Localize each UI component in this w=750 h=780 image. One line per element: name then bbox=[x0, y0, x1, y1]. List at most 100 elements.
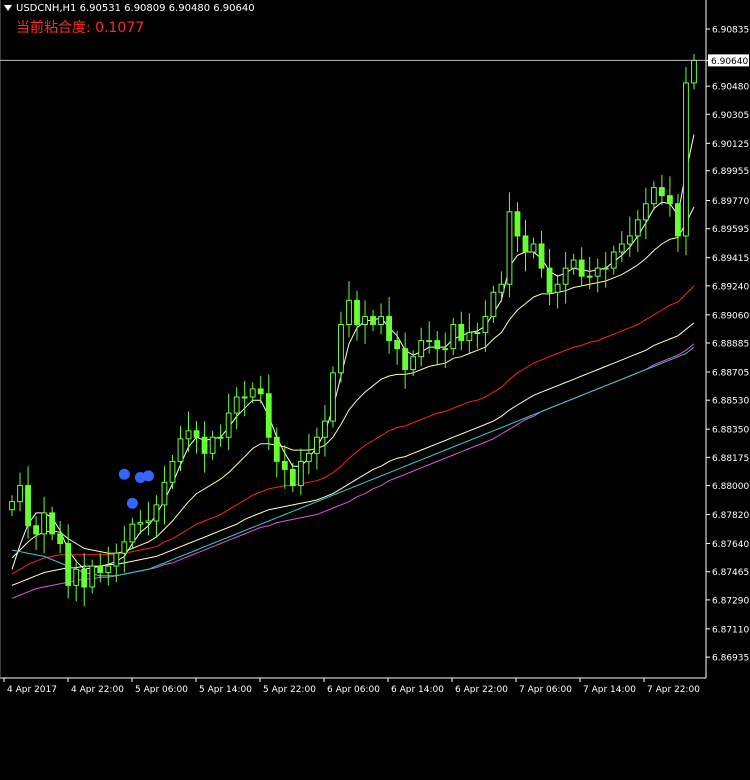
candle-body bbox=[418, 340, 425, 358]
candle-body bbox=[618, 243, 625, 253]
candle-body bbox=[233, 396, 240, 414]
candle-body bbox=[169, 460, 176, 483]
candle-body bbox=[89, 565, 96, 588]
candle-body bbox=[281, 460, 288, 470]
y-tick-label: 6.89415 bbox=[712, 254, 749, 264]
candle-body bbox=[458, 324, 465, 342]
candle-body bbox=[546, 267, 553, 293]
signal-dot bbox=[118, 468, 130, 480]
y-tick-label: 6.88350 bbox=[712, 426, 749, 436]
x-tick-label: 4 Apr 22:00 bbox=[71, 685, 124, 695]
candle-body bbox=[370, 315, 376, 326]
signal-dot bbox=[126, 497, 138, 509]
candle-body bbox=[17, 485, 23, 503]
candle-body bbox=[338, 324, 344, 374]
candle-body bbox=[201, 436, 208, 454]
candle-body bbox=[273, 436, 280, 462]
candle-body bbox=[313, 436, 320, 454]
candle-body bbox=[522, 235, 529, 253]
candle-body bbox=[65, 543, 72, 586]
candle-body bbox=[538, 243, 545, 269]
candle-body bbox=[394, 340, 401, 350]
y-tick-label: 6.87820 bbox=[712, 511, 749, 521]
candle-body bbox=[209, 436, 216, 454]
candle-body bbox=[193, 430, 200, 438]
candle-body bbox=[9, 501, 15, 511]
candle-body bbox=[642, 203, 649, 221]
candle-body bbox=[105, 565, 112, 574]
candle-body bbox=[225, 412, 232, 438]
candle-body bbox=[602, 267, 609, 270]
low-value: 6.90480 bbox=[168, 3, 211, 14]
y-tick-label: 6.88530 bbox=[712, 397, 749, 407]
current-price-label: 6.90640 bbox=[711, 57, 748, 67]
candle-body bbox=[121, 541, 128, 554]
high-value: 6.90809 bbox=[124, 3, 166, 14]
x-tick-label: 5 Apr 06:00 bbox=[135, 685, 188, 695]
y-tick-label: 6.90125 bbox=[712, 140, 749, 150]
candle-body bbox=[346, 299, 352, 326]
candle-body bbox=[97, 565, 104, 574]
candle-body bbox=[241, 396, 248, 399]
candle-body bbox=[265, 393, 272, 438]
x-tick-label: 6 Apr 06:00 bbox=[327, 685, 380, 695]
candle-body bbox=[498, 283, 505, 293]
dropdown-triangle-icon[interactable] bbox=[4, 5, 12, 11]
candle-body bbox=[626, 235, 633, 245]
y-tick-label: 6.88705 bbox=[712, 369, 749, 379]
candle-body bbox=[217, 436, 224, 439]
candle-body bbox=[650, 187, 657, 205]
candle-body bbox=[594, 267, 601, 277]
candle-body bbox=[33, 525, 39, 535]
candle-body bbox=[426, 340, 433, 343]
x-tick-label: 7 Apr 14:00 bbox=[583, 685, 636, 695]
candle-body bbox=[434, 340, 441, 350]
x-tick-label: 5 Apr 14:00 bbox=[199, 685, 252, 695]
candle-body bbox=[378, 315, 384, 326]
candle-body bbox=[153, 504, 160, 522]
candle-body bbox=[506, 211, 513, 285]
candle-body bbox=[305, 452, 312, 462]
symbol-label: USDCNH,H1 bbox=[16, 3, 77, 14]
candle-body bbox=[490, 291, 497, 317]
y-tick-label: 6.87110 bbox=[712, 625, 749, 635]
candle-body bbox=[185, 430, 192, 440]
y-tick-label: 6.89955 bbox=[712, 167, 749, 177]
candle-body bbox=[578, 259, 585, 277]
candle-body bbox=[330, 372, 336, 422]
y-tick-label: 6.90480 bbox=[712, 83, 749, 93]
y-tick-label: 6.87290 bbox=[712, 596, 749, 606]
candle-body bbox=[634, 219, 641, 237]
candle-body bbox=[57, 533, 64, 545]
chart-header: USDCNH,H1 6.90531 6.90809 6.90480 6.9064… bbox=[4, 3, 255, 14]
indicator-label: 当前粘合度: bbox=[16, 20, 91, 36]
x-tick-label: 6 Apr 14:00 bbox=[391, 685, 444, 695]
y-tick-label: 6.87465 bbox=[712, 568, 749, 578]
candle-body bbox=[257, 388, 264, 395]
price-chart[interactable]: 6.90835 6.90480 6.90305 6.90125 6.89955 6.897… bbox=[0, 0, 750, 780]
candle-body bbox=[137, 522, 144, 525]
candle-body bbox=[402, 348, 409, 371]
y-tick-label: 6.89240 bbox=[712, 282, 749, 292]
candle-body bbox=[554, 283, 561, 293]
candle-body bbox=[161, 481, 168, 506]
candle-body bbox=[482, 315, 489, 334]
candle-body bbox=[322, 420, 328, 438]
y-tick-label: 6.89060 bbox=[712, 311, 749, 321]
candle-body bbox=[113, 552, 120, 567]
close-value: 6.90640 bbox=[213, 3, 255, 14]
candle-body bbox=[354, 299, 360, 326]
candle-body bbox=[658, 187, 665, 197]
x-tick-label: 5 Apr 22:00 bbox=[263, 685, 316, 695]
signal-dot bbox=[142, 470, 154, 482]
y-tick-label: 6.88000 bbox=[712, 482, 749, 492]
y-tick-label: 6.88175 bbox=[712, 454, 749, 464]
candle-body bbox=[49, 512, 56, 535]
y-tick-label: 6.90835 bbox=[712, 25, 749, 35]
candle-body bbox=[129, 523, 136, 543]
candle-body bbox=[610, 251, 617, 269]
candle-body bbox=[410, 356, 417, 371]
candle-body bbox=[683, 82, 689, 237]
candle-body bbox=[73, 568, 80, 586]
indicator-value: 0.1077 bbox=[95, 20, 145, 36]
